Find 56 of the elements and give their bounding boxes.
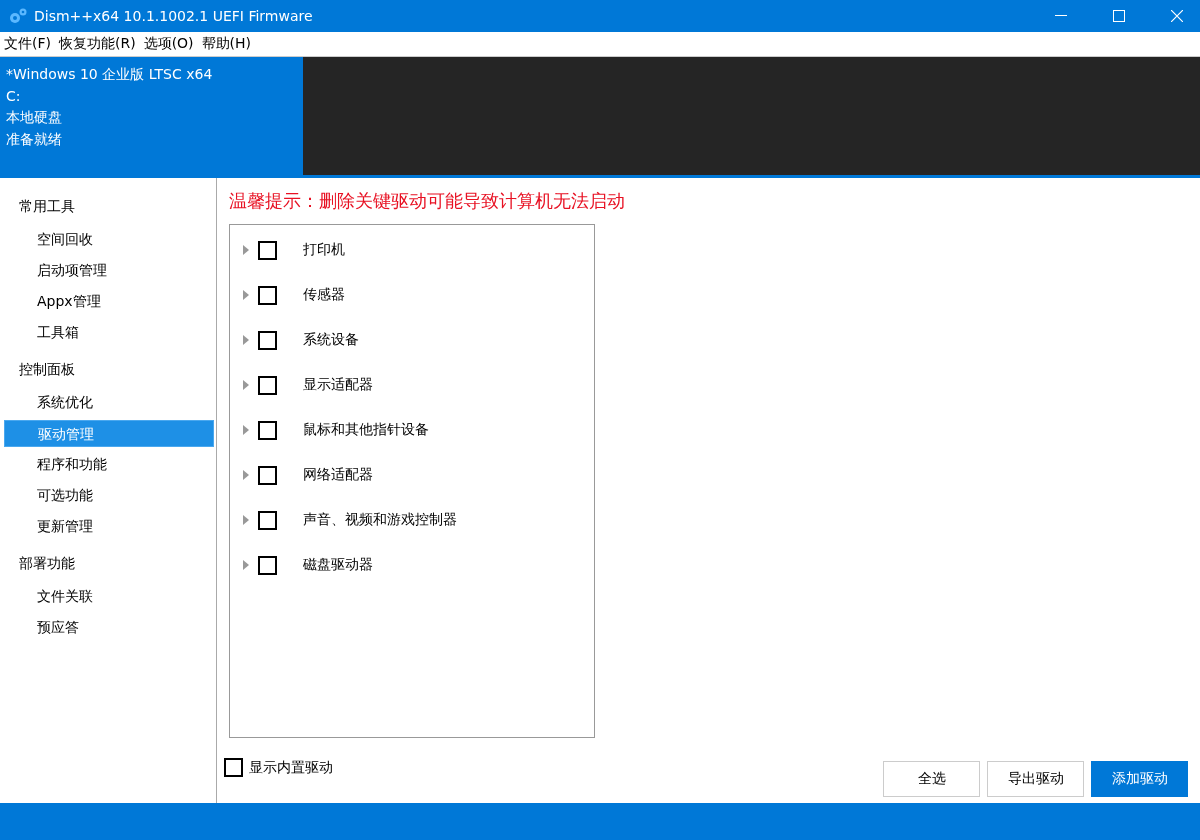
info-text: 本地硬盘 xyxy=(6,108,63,127)
checkbox[interactable] xyxy=(258,375,277,395)
sidebar-item[interactable]: Appx管理 xyxy=(4,288,214,315)
checkbox[interactable] xyxy=(224,758,243,777)
sidebar-item[interactable]: 文件关联 xyxy=(4,583,214,610)
tree-item-label[interactable]: 系统设备 xyxy=(303,331,359,349)
menu-item[interactable]: 恢复功能(R) xyxy=(55,35,140,53)
sidebar-item[interactable]: 启动项管理 xyxy=(4,257,214,284)
sidebar-group-title: 控制面板 xyxy=(18,360,76,379)
checkbox[interactable] xyxy=(258,240,277,260)
checkbox[interactable] xyxy=(258,510,277,530)
checkbox[interactable] xyxy=(258,330,277,350)
expand-arrow-icon[interactable] xyxy=(242,380,250,390)
tree-item-label[interactable]: 鼠标和其他指针设备 xyxy=(303,421,429,439)
checkbox-label[interactable]: 显示内置驱动 xyxy=(249,758,333,777)
sidebar-item[interactable]: 预应答 xyxy=(4,614,214,641)
expand-arrow-icon[interactable] xyxy=(242,335,250,345)
sidebar-group-title: 常用工具 xyxy=(18,197,76,216)
expand-arrow-icon[interactable] xyxy=(242,515,250,525)
checkbox[interactable] xyxy=(258,285,277,305)
sidebar-group-title: 部署功能 xyxy=(18,554,76,573)
tree-item-label[interactable]: 打印机 xyxy=(303,241,345,259)
sidebar-item[interactable]: 工具箱 xyxy=(4,319,214,346)
maximize-icon xyxy=(1113,10,1125,22)
action-button[interactable]: 导出驱动 xyxy=(987,761,1084,797)
expand-arrow-icon[interactable] xyxy=(242,425,250,435)
tree-item-label[interactable]: 磁盘驱动器 xyxy=(303,556,373,574)
tree-item-label[interactable]: 网络适配器 xyxy=(303,466,373,484)
tree-item-label[interactable]: 传感器 xyxy=(303,286,345,304)
sidebar-item[interactable]: 可选功能 xyxy=(4,482,214,509)
info-text: *Windows 10 企业版 LTSC x64 xyxy=(6,65,214,84)
warning-text: 温馨提示：删除关键驱动可能导致计算机无法启动 xyxy=(229,189,626,213)
menu-item[interactable]: 选项(O) xyxy=(139,35,198,53)
menu-item[interactable]: 帮助(H) xyxy=(197,35,256,53)
expand-arrow-icon[interactable] xyxy=(242,245,250,255)
checkbox[interactable] xyxy=(258,555,277,575)
window-title: Dism++x64 10.1.1002.1 UEFI Firmware xyxy=(34,8,314,24)
sidebar-item[interactable]: 更新管理 xyxy=(4,513,214,540)
close-icon xyxy=(1171,10,1183,22)
info-text: 准备就绪 xyxy=(6,129,63,149)
tree-item-label[interactable]: 声音、视频和游戏控制器 xyxy=(303,511,457,529)
expand-arrow-icon[interactable] xyxy=(242,470,250,480)
checkbox[interactable] xyxy=(258,465,277,485)
menu-item[interactable]: 文件(F) xyxy=(0,35,55,53)
checkbox[interactable] xyxy=(258,420,277,440)
tree-item-label[interactable]: 显示适配器 xyxy=(303,376,373,394)
info-text: C: xyxy=(6,86,22,106)
expand-arrow-icon[interactable] xyxy=(242,290,250,300)
minimize-icon xyxy=(1055,15,1067,17)
sidebar-item[interactable]: 程序和功能 xyxy=(4,451,214,478)
gears-icon xyxy=(8,7,28,25)
sidebar-item[interactable]: 空间回收 xyxy=(4,226,214,253)
expand-arrow-icon[interactable] xyxy=(242,560,250,570)
action-button[interactable]: 全选 xyxy=(883,761,980,797)
action-button[interactable]: 添加驱动 xyxy=(1091,761,1188,797)
sidebar-item[interactable]: 系统优化 xyxy=(4,389,214,416)
